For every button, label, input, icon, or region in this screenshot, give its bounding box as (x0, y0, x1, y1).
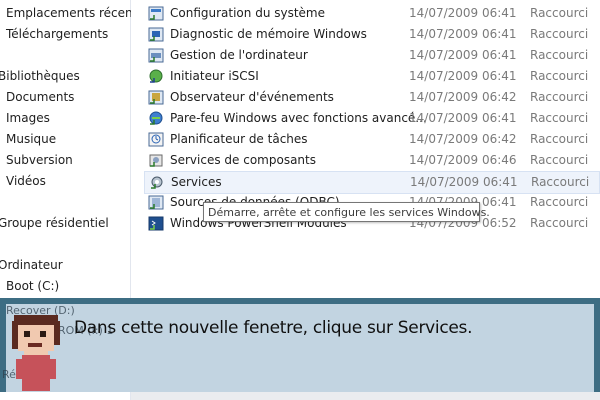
file-name: Pare-feu Windows avec fonctions avancé..… (170, 111, 427, 125)
file-type: Raccourci (530, 153, 589, 167)
file-date: 14/07/2009 06:46 (409, 153, 517, 167)
nav-item-documents[interactable]: Documents (6, 87, 74, 107)
file-type: Raccourci (530, 132, 589, 146)
file-name: Planificateur de tâches (170, 132, 308, 146)
file-row[interactable]: Planificateur de tâches 14/07/2009 06:42… (144, 129, 600, 150)
services-tooltip: Démarre, arrête et configure les service… (203, 202, 490, 222)
file-type: Raccourci (530, 216, 589, 230)
file-date: 14/07/2009 06:42 (409, 132, 517, 146)
file-name: Observateur d'événements (170, 90, 334, 104)
shortcut-icon (148, 216, 164, 231)
file-date: 14/07/2009 06:41 (409, 69, 517, 83)
file-name: Configuration du système (170, 6, 325, 20)
shortcut-icon (148, 6, 164, 21)
shortcut-icon (148, 90, 164, 105)
file-type: Raccourci (530, 6, 589, 20)
services-gear-icon (151, 176, 163, 189)
pixel-character-avatar (12, 315, 60, 391)
file-row[interactable]: Diagnostic de mémoire Windows 14/07/2009… (144, 24, 600, 45)
file-type: Raccourci (530, 195, 589, 209)
file-type: Raccourci (531, 175, 590, 189)
shortcut-icon (148, 132, 164, 147)
tutorial-caption: Dans cette nouvelle fenetre, clique sur … (74, 318, 473, 338)
shortcut-icon (149, 111, 163, 125)
nav-item-homegroup[interactable]: Groupe résidentiel (0, 213, 109, 233)
nav-item-libraries[interactable]: Bibliothèques (0, 66, 80, 86)
shortcut-icon (148, 27, 164, 42)
file-date: 14/07/2009 06:41 (409, 6, 517, 20)
shortcut-icon (148, 195, 164, 210)
file-date: 14/07/2009 06:41 (410, 175, 518, 189)
shortcut-icon (148, 48, 164, 63)
nav-item-recent-places[interactable]: Emplacements récents (6, 3, 144, 23)
tutorial-banner: Recover (D:) ROM (I:) 1 Rése Dans cette … (0, 298, 600, 392)
file-name: Gestion de l'ordinateur (170, 48, 308, 62)
file-row[interactable]: Gestion de l'ordinateur 14/07/2009 06:41… (144, 45, 600, 66)
file-name: Services (171, 175, 222, 189)
file-date: 14/07/2009 06:42 (409, 90, 517, 104)
shortcut-icon (149, 154, 163, 167)
file-date: 14/07/2009 06:41 (409, 48, 517, 62)
nav-item-boot-drive[interactable]: Boot (C:) (6, 276, 59, 296)
file-row[interactable]: Pare-feu Windows avec fonctions avancé..… (144, 108, 600, 129)
nav-item-videos[interactable]: Vidéos (6, 171, 46, 191)
file-name: Initiateur iSCSI (170, 69, 259, 83)
file-type: Raccourci (530, 27, 589, 41)
file-type: Raccourci (530, 69, 589, 83)
file-date: 14/07/2009 06:41 (409, 111, 517, 125)
nav-item-downloads[interactable]: Téléchargements (6, 24, 108, 44)
shortcut-icon (149, 69, 163, 83)
file-date: 14/07/2009 06:41 (409, 27, 517, 41)
file-row-services-hovered[interactable]: Services 14/07/2009 06:41 Raccourci (144, 171, 600, 194)
nav-item-subversion[interactable]: Subversion (6, 150, 73, 170)
nav-item-computer[interactable]: Ordinateur (0, 255, 63, 275)
file-type: Raccourci (530, 48, 589, 62)
file-type: Raccourci (530, 111, 589, 125)
file-row[interactable]: Observateur d'événements 14/07/2009 06:4… (144, 87, 600, 108)
file-name: Diagnostic de mémoire Windows (170, 27, 367, 41)
file-row[interactable]: Services de composants 14/07/2009 06:46 … (144, 150, 600, 171)
file-row[interactable]: Initiateur iSCSI 14/07/2009 06:41 Raccou… (144, 66, 600, 87)
file-row[interactable]: Configuration du système 14/07/2009 06:4… (144, 3, 600, 24)
file-type: Raccourci (530, 90, 589, 104)
file-name: Services de composants (170, 153, 316, 167)
nav-item-pictures[interactable]: Images (6, 108, 50, 128)
nav-item-music[interactable]: Musique (6, 129, 56, 149)
